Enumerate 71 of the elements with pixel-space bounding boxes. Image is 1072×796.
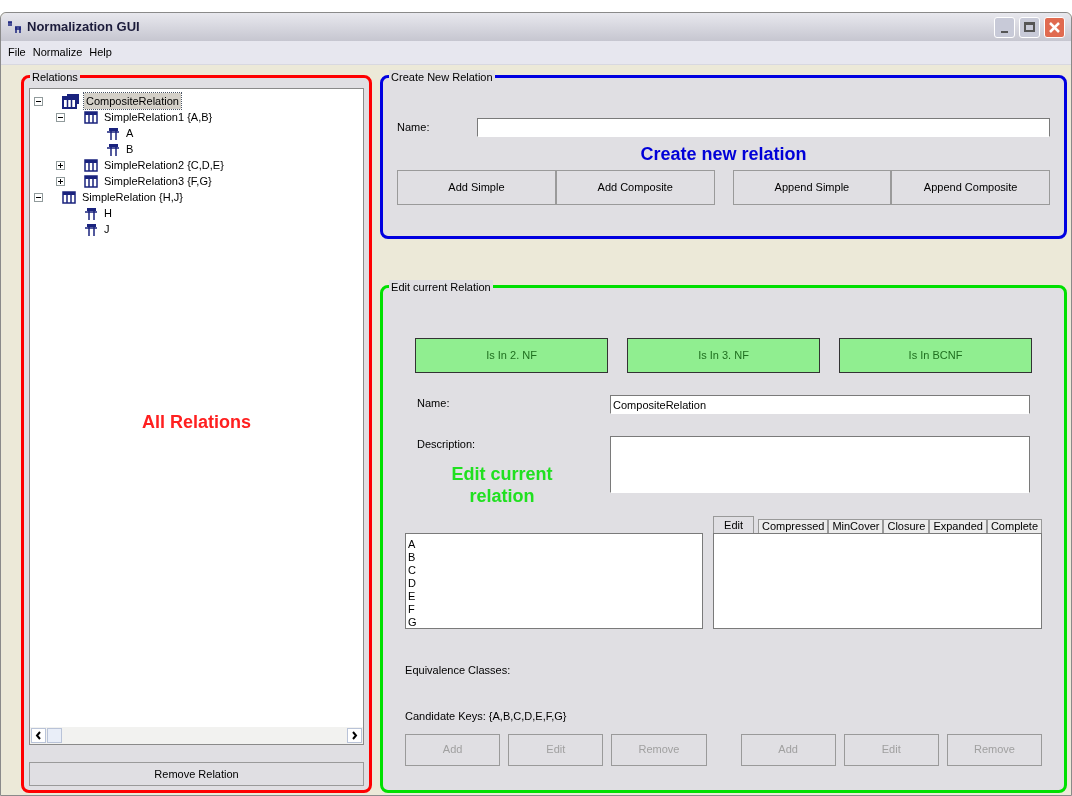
list-item[interactable]: B <box>408 550 703 564</box>
minimize-button[interactable] <box>994 16 1015 38</box>
normal-form-indicator: Is In 3. NF <box>627 338 821 373</box>
tab[interactable]: Expanded <box>929 518 987 533</box>
tab[interactable]: Edit <box>713 515 755 533</box>
candidate-keys: Candidate Keys: {A,B,C,D,E,F,G} <box>405 708 1042 725</box>
description-field[interactable] <box>610 436 1030 493</box>
annotation-label: Create new relation <box>639 143 808 165</box>
table-icon <box>84 110 98 124</box>
menu-item[interactable]: File <box>5 44 29 61</box>
column-icon <box>106 126 120 140</box>
list-item[interactable]: A <box>408 537 703 551</box>
menu-item[interactable]: Normalize <box>29 44 86 61</box>
equivalence-label: Equivalence Classes: <box>405 662 512 678</box>
field-label: Name: <box>397 120 431 136</box>
annotation-label: All Relations <box>141 411 253 434</box>
annotation-label: Edit current relation <box>450 462 554 507</box>
close-button[interactable] <box>1044 16 1065 38</box>
scroll-thumb[interactable] <box>47 728 62 743</box>
list-item[interactable]: E <box>408 589 703 603</box>
group-title: Edit current Relation <box>389 280 493 294</box>
list-item[interactable]: D <box>408 576 703 590</box>
list-item[interactable]: G <box>408 615 703 629</box>
list-item[interactable]: F <box>408 602 703 616</box>
dependency-list[interactable] <box>713 532 1042 629</box>
table-icon <box>84 158 98 172</box>
tab[interactable]: MinCover <box>828 518 884 533</box>
tree-item[interactable]: SimpleRelation {H,J} <box>80 188 185 206</box>
name-field[interactable] <box>477 118 1050 137</box>
close-icon <box>1049 21 1060 33</box>
expand-icon[interactable] <box>56 160 65 170</box>
normal-form-indicator: Is In 2. NF <box>415 338 609 373</box>
tree-item[interactable]: CompositeRelation <box>84 92 181 110</box>
field-label: Name: <box>417 396 451 411</box>
list-item[interactable]: C <box>408 563 703 577</box>
app-icon <box>7 20 23 34</box>
action-button[interactable]: Append Simple <box>732 170 892 205</box>
tab[interactable]: Closure <box>883 518 930 533</box>
collapse-icon[interactable] <box>56 112 65 122</box>
remove-relation-button[interactable]: Remove Relation <box>29 762 365 786</box>
column-icon <box>84 206 98 220</box>
group-title: Create New Relation <box>389 70 495 84</box>
attribute-list[interactable]: A B C D E F G <box>405 532 704 629</box>
tree-item[interactable]: A <box>124 124 136 142</box>
collapse-icon[interactable] <box>34 96 43 106</box>
tree-item[interactable]: J <box>102 220 112 238</box>
collapse-icon[interactable] <box>34 192 43 202</box>
expand-icon[interactable] <box>56 176 65 186</box>
window-title: Normalization GUI <box>27 18 140 37</box>
tree-item[interactable]: B <box>124 140 136 158</box>
name-field[interactable]: CompositeRelation <box>610 395 1030 414</box>
tree-item[interactable]: SimpleRelation2 {C,D,E} <box>102 156 226 174</box>
tree-item[interactable]: H <box>102 204 114 222</box>
tab[interactable]: Complete <box>986 518 1042 533</box>
table-icon <box>62 190 76 204</box>
tab[interactable]: Compressed <box>758 518 829 533</box>
table-icon <box>84 174 98 188</box>
tree-item[interactable]: SimpleRelation1 {A,B} <box>102 108 215 126</box>
normal-form-indicator: Is In BCNF <box>839 338 1032 373</box>
action-button[interactable]: Add Simple <box>397 170 556 205</box>
field-label: Description: <box>417 437 477 452</box>
tree-item[interactable]: SimpleRelation3 {F,G} <box>102 172 214 190</box>
column-icon <box>106 142 120 156</box>
action-button[interactable]: Append Composite <box>891 170 1050 205</box>
menu-item[interactable]: Help <box>86 44 115 61</box>
stacked-table-icon <box>62 93 80 109</box>
horizontal-scrollbar[interactable] <box>30 727 364 744</box>
maximize-button[interactable] <box>1019 16 1040 38</box>
column-icon <box>84 222 98 236</box>
group-title: Relations <box>30 70 80 84</box>
action-button[interactable]: Add Composite <box>555 170 715 205</box>
